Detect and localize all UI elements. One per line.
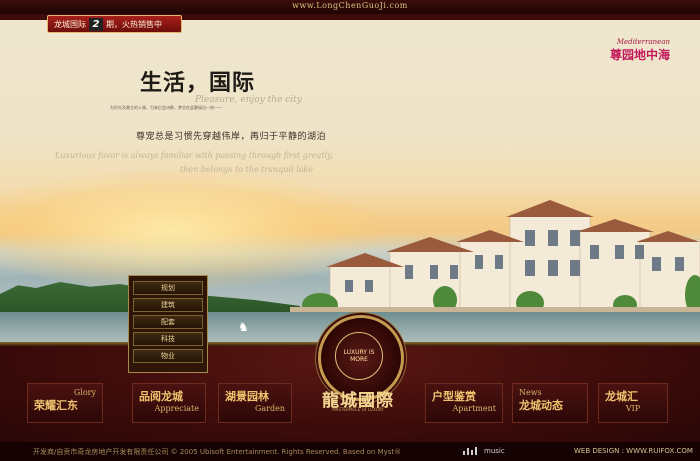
submenu-item-facilities[interactable]: 配套 <box>133 315 203 329</box>
emblem-text: LUXURY IS MORE <box>335 332 383 380</box>
nav-news-cn: 龙城动态 <box>519 399 563 412</box>
nav-news[interactable]: News 龙城动态 <box>512 383 588 423</box>
nav-glory-en: Glory <box>73 388 96 397</box>
nav-news-en: News <box>519 388 542 397</box>
top-bar: www.LongChenGuoJi.com <box>0 0 700 14</box>
submenu-item-technology[interactable]: 科技 <box>133 332 203 346</box>
music-toggle[interactable]: music <box>484 447 505 455</box>
submenu-panel: 规划 建筑 配套 科技 物业 <box>128 275 208 373</box>
nav-glory-cn: 荣耀汇东 <box>34 399 78 412</box>
nav-appreciate-cn: 品阅龙城 <box>139 390 183 403</box>
nav-appreciate-en: Appreciate <box>154 404 199 413</box>
nav-garden[interactable]: 湖景园林 Garden <box>218 383 292 423</box>
nav-vip-cn: 龙城汇 <box>605 390 638 403</box>
lead-text: 尊宠总是习惯先穿越伟岸，再归于平静的湖泊 <box>136 132 327 142</box>
badge-prefix: 龙城国际 <box>54 19 86 29</box>
footer-copyright: 开发商/自贡市奇龙房地产开发有限责任公司 © 2005 Ubisoft Ente… <box>33 448 402 456</box>
nav-apartment-cn: 户型鉴赏 <box>432 390 476 403</box>
brand-mark-en: Mediterranean <box>616 38 670 46</box>
music-bars-icon[interactable] <box>463 447 479 455</box>
nav-apartment[interactable]: 户型鉴赏 Apartment <box>425 383 503 423</box>
small-note: 为时光及美主的入城，归来后会诗歌，梦总在此静候出一刻—— <box>110 105 222 110</box>
brand-mark-cn: 尊园地中海 <box>609 48 670 62</box>
nav-apartment-en: Apartment <box>452 404 496 413</box>
page-headline: 生活，国际 <box>140 71 256 96</box>
nav-garden-cn: 湖景园林 <box>225 390 269 403</box>
nav-appreciate[interactable]: 品阅龙城 Appreciate <box>132 383 206 423</box>
badge-phase-number: 2 <box>89 17 103 31</box>
hero-scene: Mediterranean 尊园地中海 生活，国际 Pleasure, enjo… <box>0 20 700 342</box>
brand-subtitle: MASTERPIECE OF LUXURY <box>332 407 384 412</box>
submenu-item-architecture[interactable]: 建筑 <box>133 298 203 312</box>
footer: 开发商/自贡市奇龙房地产开发有限责任公司 © 2005 Ubisoft Ente… <box>0 442 700 461</box>
web-design-credit[interactable]: WEB DESIGN : WWW.RUIFOX.COM <box>574 447 693 455</box>
headline-script: Pleasure, enjoy the city <box>195 95 302 105</box>
nav-vip-en: VIP <box>625 404 641 413</box>
lead-script-2: then belongs to the tranquil lake <box>180 165 313 174</box>
nav-glory[interactable]: Glory 荣耀汇东 <box>27 383 103 423</box>
swan-icon: ♞ <box>238 320 249 334</box>
submenu-item-property[interactable]: 物业 <box>133 349 203 363</box>
nav-vip[interactable]: 龙城汇 VIP <box>598 383 668 423</box>
sales-badge[interactable]: 龙城国际 2 期，火热销售中 <box>47 15 182 33</box>
brand-mark: Mediterranean 尊园地中海 <box>610 38 670 63</box>
nav-garden-en: Garden <box>255 404 285 413</box>
lead-script-1: Luxurious favor is always familiar with … <box>55 151 334 160</box>
badge-suffix: 期，火热销售中 <box>106 19 162 29</box>
site-url[interactable]: www.LongChenGuoJi.com <box>0 1 700 10</box>
submenu-item-planning[interactable]: 规划 <box>133 281 203 295</box>
